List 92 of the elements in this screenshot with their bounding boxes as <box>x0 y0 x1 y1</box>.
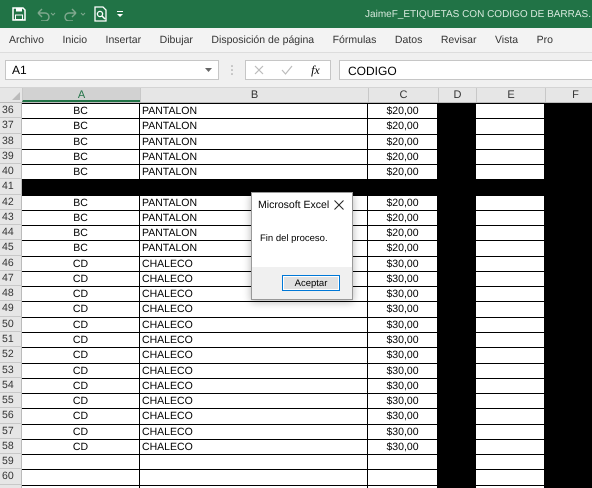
name-box[interactable]: A1 <box>5 60 219 80</box>
row-header[interactable]: 50 <box>0 316 22 332</box>
row-header[interactable]: 36 <box>0 103 22 118</box>
table-cell: PANTALON <box>140 134 368 149</box>
row-header[interactable]: 60 <box>0 469 22 485</box>
row-header[interactable]: 42 <box>0 194 22 210</box>
row-header[interactable]: 43 <box>0 210 22 226</box>
row-header[interactable]: 41 <box>0 179 22 195</box>
table-cell: CD <box>22 332 140 348</box>
close-icon[interactable] <box>334 200 344 210</box>
table-cell: CHALECO <box>140 408 368 424</box>
table-cell: BC <box>22 210 140 226</box>
table-cell: CD <box>22 378 140 394</box>
table-cell: BC <box>22 134 140 149</box>
drag-handle-icon[interactable] <box>231 65 233 75</box>
row-header[interactable]: 39 <box>0 148 22 164</box>
table-cell: CHALECO <box>140 424 368 439</box>
table-cell: BC <box>22 148 140 164</box>
column-header[interactable]: F <box>545 88 592 102</box>
column-header[interactable]: A <box>22 88 140 102</box>
row-header[interactable]: 48 <box>0 286 22 302</box>
table-cell: CD <box>22 347 140 363</box>
column-header[interactable]: D <box>438 88 476 102</box>
table-cell: CHALECO <box>140 438 368 454</box>
table-cell: CD <box>22 316 140 332</box>
row-header[interactable]: 47 <box>0 270 22 286</box>
table-cell: CD <box>22 408 140 424</box>
customize-dropdown-icon[interactable] <box>116 10 124 18</box>
menu-tab[interactable]: Pro <box>532 34 557 46</box>
window-title: JaimeF_ETIQUETAS CON CODIGO DE BARRAS. <box>365 8 591 20</box>
insert-function-button[interactable]: fx <box>309 62 322 78</box>
row-header[interactable]: 44 <box>0 225 22 240</box>
table-cell: CHALECO <box>140 332 368 348</box>
save-icon[interactable] <box>12 7 26 21</box>
menu-tab[interactable]: Vista <box>490 34 522 46</box>
row-header[interactable]: 53 <box>0 362 22 378</box>
table-cell: BC <box>22 118 140 134</box>
table-cell: CHALECO <box>140 347 368 363</box>
row-header[interactable]: 37 <box>0 118 22 134</box>
column-header[interactable]: C <box>368 88 438 102</box>
table-cell: BC <box>22 225 140 240</box>
menu-tab[interactable]: Archivo <box>5 34 48 46</box>
table-cell: CHALECO <box>140 316 368 332</box>
confirm-icon[interactable] <box>280 65 293 75</box>
row-header[interactable]: 40 <box>0 164 22 180</box>
table-cell: CD <box>22 301 140 317</box>
cancel-icon[interactable] <box>254 65 264 75</box>
redo-icon[interactable] <box>64 7 86 21</box>
table-cell: CD <box>22 270 140 286</box>
formula-field[interactable]: CODIGO <box>339 60 592 80</box>
table-cell: CHALECO <box>140 393 368 408</box>
table-cell: PANTALON <box>140 118 368 134</box>
menu-tab[interactable]: Dibujar <box>156 34 197 46</box>
row-header[interactable]: 46 <box>0 256 22 271</box>
table-cell: CD <box>22 286 140 302</box>
row-header[interactable]: 58 <box>0 438 22 454</box>
row-header[interactable]: 51 <box>0 332 22 348</box>
table-cell: CD <box>22 393 140 408</box>
table-cell: CHALECO <box>140 362 368 378</box>
dialog-title: Microsoft Excel <box>258 199 330 211</box>
menu-tab[interactable]: Datos <box>390 34 426 46</box>
table-cell: CD <box>22 256 140 271</box>
row-header[interactable]: 55 <box>0 393 22 408</box>
row-header[interactable]: 59 <box>0 454 22 470</box>
column-header[interactable]: E <box>476 88 545 102</box>
table-cell: BC <box>22 240 140 256</box>
menu-tab[interactable]: Disposición de página <box>207 34 318 46</box>
row-header[interactable]: 54 <box>0 378 22 394</box>
column-header[interactable]: B <box>140 88 368 102</box>
table-cell: BC <box>22 194 140 210</box>
caret-icon <box>205 68 212 72</box>
select-all-icon[interactable] <box>12 92 20 100</box>
table-cell: PANTALON <box>140 103 368 118</box>
row-header[interactable]: 52 <box>0 347 22 363</box>
row-header[interactable]: 56 <box>0 408 22 424</box>
row-header[interactable]: 45 <box>0 240 22 256</box>
row-header[interactable]: 49 <box>0 301 22 317</box>
menu-tab[interactable]: Inicio <box>58 34 92 46</box>
print-preview-icon[interactable] <box>94 6 108 22</box>
table-cell: CD <box>22 438 140 454</box>
table-cell: BC <box>22 103 140 118</box>
menu-tab[interactable]: Revisar <box>436 34 480 46</box>
menu-tab[interactable]: Fórmulas <box>328 34 380 46</box>
menu-tab[interactable]: Insertar <box>102 34 146 46</box>
table-cell: CD <box>22 424 140 439</box>
row-header[interactable]: 38 <box>0 134 22 149</box>
table-cell: CHALECO <box>140 301 368 317</box>
table-cell: PANTALON <box>140 148 368 164</box>
row-header[interactable]: 57 <box>0 424 22 439</box>
table-cell: CD <box>22 362 140 378</box>
table-cell: CHALECO <box>140 378 368 394</box>
accept-button[interactable]: Aceptar <box>282 275 340 291</box>
